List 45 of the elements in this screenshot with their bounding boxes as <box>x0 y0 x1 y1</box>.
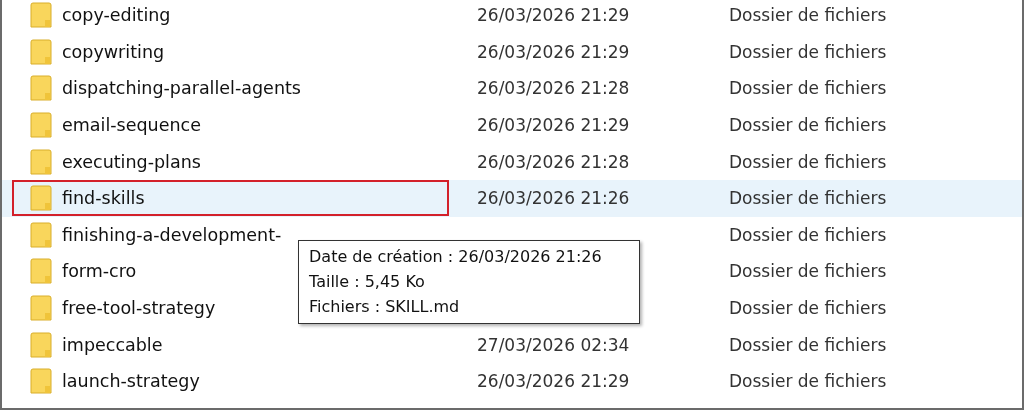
file-type: Dossier de fichiers <box>729 78 887 99</box>
file-type: Dossier de fichiers <box>729 298 887 319</box>
modified-date: 26/03/2026 21:29 <box>477 115 631 136</box>
folder-icon <box>30 258 52 285</box>
folder-name: impeccable <box>62 334 163 355</box>
file-type: Dossier de fichiers <box>729 151 887 172</box>
modified-date: 26/03/2026 21:26 <box>477 188 631 209</box>
folder-icon <box>30 368 52 395</box>
folder-name: launch-strategy <box>62 371 200 392</box>
modified-date: 26/03/2026 21:29 <box>477 41 631 62</box>
folder-icon <box>30 185 52 212</box>
folder-name: copy-editing <box>62 5 171 26</box>
modified-date: 27/03/2026 02:34 <box>477 334 631 355</box>
folder-name: find-skills <box>62 188 145 209</box>
folder-icon <box>30 2 52 29</box>
folder-name: copywriting <box>62 41 165 62</box>
modified-date: 26/03/2026 21:28 <box>477 151 631 172</box>
modified-date: 26/03/2026 21:29 <box>477 5 631 26</box>
folder-icon <box>30 38 52 65</box>
folder-name: form-cro <box>62 261 137 282</box>
file-type: Dossier de fichiers <box>729 261 887 282</box>
file-type: Dossier de fichiers <box>729 41 887 62</box>
file-type: Dossier de fichiers <box>729 5 887 26</box>
folder-name: free-tool-strategy <box>62 298 216 319</box>
folder-name: executing-plans <box>62 151 201 172</box>
selected-row[interactable]: find-skills 26/03/2026 21:26 Dossier de fichiers <box>2 179 1022 217</box>
folder-name: finishing-a-development- <box>62 224 282 245</box>
tooltip-line: Date de création : 26/03/2026 21:26 <box>309 246 603 268</box>
modified-date: 26/03/2026 21:28 <box>477 78 631 99</box>
file-type: Dossier de fichiers <box>729 224 887 245</box>
file-type: Dossier de fichiers <box>729 334 887 355</box>
tooltip-line: Fichiers : SKILL.md <box>309 296 461 318</box>
folder-icon <box>30 75 52 102</box>
folder-icon <box>30 295 52 322</box>
folder-icon <box>30 331 52 358</box>
folder-name: email-sequence <box>62 115 201 136</box>
folder-name: dispatching-parallel-agents <box>62 78 301 99</box>
folder-icon <box>30 221 52 248</box>
file-type: Dossier de fichiers <box>729 371 887 392</box>
file-type: Dossier de fichiers <box>729 188 887 209</box>
file-type: Dossier de fichiers <box>729 115 887 136</box>
tooltip-line: Taille : 5,45 Ko <box>309 271 426 293</box>
folder-icon <box>30 148 52 175</box>
modified-date: 26/03/2026 21:29 <box>477 371 631 392</box>
folder-icon <box>30 112 52 139</box>
